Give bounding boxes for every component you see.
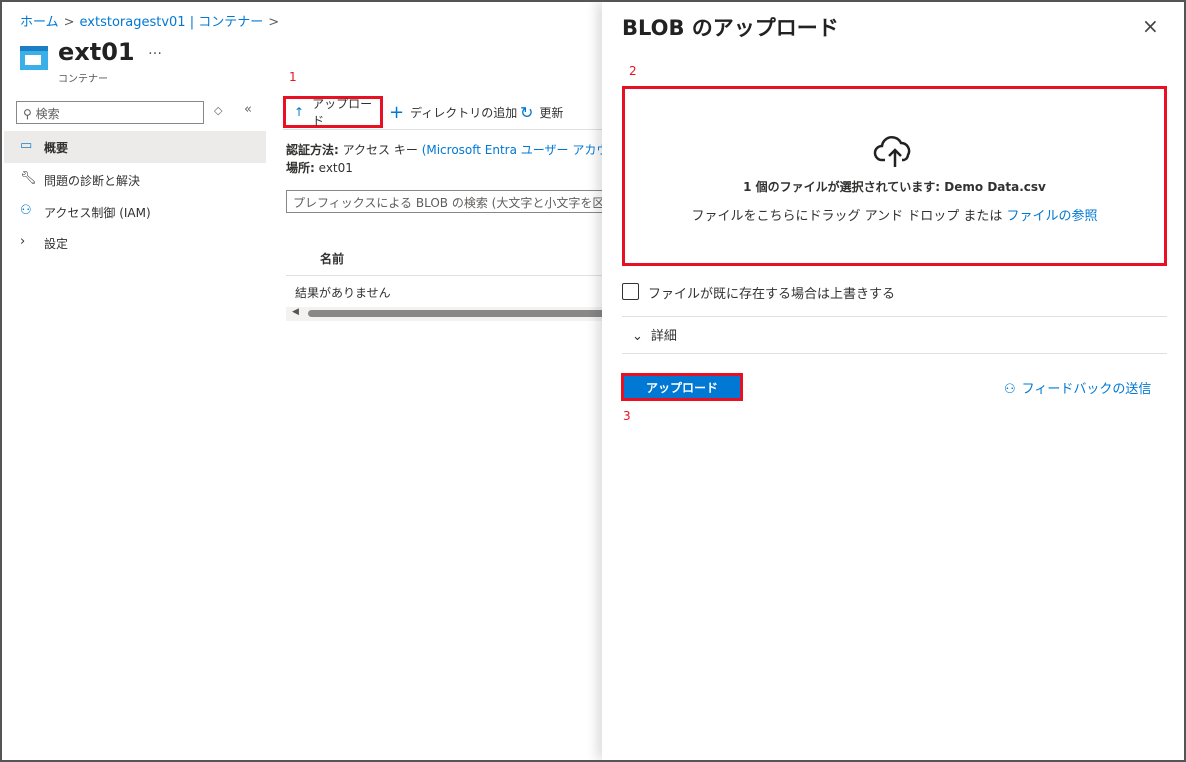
feedback-label: フィードバックの送信 bbox=[1021, 382, 1152, 397]
sidebar-search-input[interactable]: ⚲ 検索 bbox=[16, 101, 204, 124]
location-info: 場所: ext01 bbox=[286, 159, 353, 176]
upload-blob-panel: BLOB のアップロード × 2 1 個のファイルが選択されています: Demo… bbox=[602, 2, 1184, 760]
annotation-1: 1 bbox=[289, 70, 297, 84]
auth-info: 認証方法: アクセス キー (Microsoft Entra ユーザー アカウ bbox=[286, 141, 608, 158]
auth-value: アクセス キー bbox=[342, 143, 418, 157]
divider bbox=[622, 316, 1167, 317]
details-label: 詳細 bbox=[650, 329, 677, 344]
breadcrumb: ホーム > extstoragestv01 | コンテナー > bbox=[20, 15, 280, 30]
page-subtitle: コンテナー bbox=[58, 74, 108, 85]
feedback-icon: ⚇ bbox=[1004, 382, 1016, 397]
sidebar-item-label: 概要 bbox=[44, 141, 69, 155]
upload-submit-button[interactable]: アップロード bbox=[621, 373, 743, 401]
refresh-icon: ↻ bbox=[520, 102, 534, 122]
plus-icon: + bbox=[389, 101, 405, 123]
location-value: ext01 bbox=[318, 161, 353, 175]
breadcrumb-storage[interactable]: extstoragestv01 | コンテナー bbox=[80, 15, 264, 30]
upload-label: アップロード bbox=[312, 97, 373, 128]
chevron-down-icon: ⌄ bbox=[632, 329, 643, 344]
upload-button[interactable]: ↑ アップロード bbox=[283, 96, 383, 128]
overwrite-label[interactable]: ファイルが既に存在する場合は上書きする bbox=[648, 283, 895, 302]
selected-file-name: Demo Data.csv bbox=[944, 180, 1046, 194]
upload-arrow-icon: ↑ bbox=[294, 105, 305, 119]
browse-files-link[interactable]: ファイルの参照 bbox=[1007, 209, 1098, 224]
collapse-icon[interactable]: « bbox=[244, 102, 252, 117]
search-placeholder: 検索 bbox=[35, 107, 60, 121]
divider bbox=[286, 275, 606, 276]
page-title: ext01 bbox=[58, 38, 135, 66]
column-header-name[interactable]: 名前 bbox=[320, 250, 344, 267]
empty-message: 結果がありません bbox=[295, 286, 391, 300]
selected-file-text: 1 個のファイルが選択されています: Demo Data.csv bbox=[625, 178, 1164, 195]
file-drop-zone[interactable]: 1 個のファイルが選択されています: Demo Data.csv ファイルをこち… bbox=[622, 86, 1167, 266]
location-label: 場所: bbox=[286, 161, 315, 175]
overwrite-checkbox[interactable] bbox=[622, 283, 639, 300]
refresh-button[interactable]: ↻ 更新 bbox=[520, 96, 563, 128]
sidebar-item-label: 問題の診断と解決 bbox=[44, 174, 141, 188]
drop-instructions: ファイルをこちらにドラッグ アンド ドロップ または ファイルの参照 bbox=[625, 205, 1164, 224]
annotation-3: 3 bbox=[623, 409, 631, 423]
refresh-label: 更新 bbox=[539, 105, 564, 120]
divider bbox=[283, 129, 603, 130]
add-directory-button[interactable]: + ディレクトリの追加 bbox=[389, 96, 517, 128]
container-icon: ▭ bbox=[20, 138, 33, 153]
panel-title: BLOB のアップロード bbox=[622, 16, 839, 40]
people-icon: ⚇ bbox=[20, 203, 32, 218]
feedback-link[interactable]: ⚇ フィードバックの送信 bbox=[1004, 378, 1151, 397]
auth-label: 認証方法: bbox=[286, 143, 339, 157]
chevron-right-icon: › bbox=[20, 234, 26, 249]
close-icon[interactable]: × bbox=[1142, 14, 1159, 38]
sidebar-item-diagnose[interactable]: 🔧︎ 問題の診断と解決 bbox=[4, 164, 266, 196]
divider bbox=[622, 353, 1167, 354]
sidebar-item-iam[interactable]: ⚇ アクセス制御 (IAM) bbox=[4, 196, 266, 228]
wrench-icon: 🔧︎ bbox=[20, 171, 37, 186]
sidebar-item-overview[interactable]: ▭ 概要 bbox=[4, 131, 266, 163]
blob-search-input[interactable]: プレフィックスによる BLOB の検索 (大文字と小文字を区別) bbox=[286, 190, 616, 213]
drop-text: ファイルをこちらにドラッグ アンド ドロップ または bbox=[691, 209, 1003, 224]
details-expander[interactable]: ⌄ 詳細 bbox=[632, 325, 677, 344]
add-directory-label: ディレクトリの追加 bbox=[410, 105, 518, 120]
cloud-upload-icon bbox=[873, 136, 910, 167]
selected-prefix: 1 個のファイルが選択されています: bbox=[743, 180, 941, 194]
annotation-2: 2 bbox=[629, 64, 637, 78]
more-button[interactable]: … bbox=[148, 42, 162, 58]
container-icon bbox=[20, 46, 48, 70]
sidebar-item-label: アクセス制御 (IAM) bbox=[44, 206, 151, 220]
breadcrumb-home[interactable]: ホーム bbox=[20, 15, 59, 30]
sidebar-item-label: 設定 bbox=[44, 237, 69, 251]
auth-switch-link[interactable]: (Microsoft Entra ユーザー アカウ bbox=[422, 143, 609, 157]
sidebar-item-settings[interactable]: › 設定 bbox=[4, 227, 266, 259]
sort-icon[interactable]: ◇ bbox=[214, 104, 222, 117]
horizontal-scrollbar[interactable]: ◀ bbox=[286, 307, 606, 321]
